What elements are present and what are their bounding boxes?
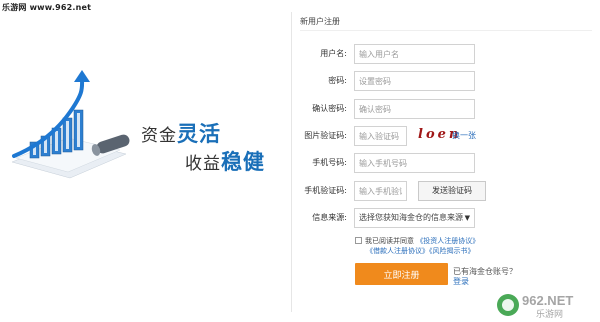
caret-down-icon: ▼: [464, 214, 470, 222]
sms-code-label: 手机验证码:: [304, 186, 347, 195]
captcha-label: 图片验证码:: [304, 131, 347, 140]
confirm-password-label: 确认密码:: [312, 104, 347, 113]
slogan1-plain: 资金: [141, 126, 177, 146]
send-code-button[interactable]: 发送验证码: [418, 181, 486, 201]
username-input[interactable]: [354, 44, 475, 64]
confirm-password-row: 确认密码:: [292, 99, 592, 119]
form-title: 新用户注册: [300, 17, 340, 26]
username-row: 用户名:: [292, 44, 592, 64]
agree-checkbox[interactable]: [355, 237, 362, 244]
source-select-value: 选择您获知海金仓的信息来源: [359, 213, 463, 222]
captcha-row: 图片验证码: loen 换一张: [292, 126, 592, 146]
source-select[interactable]: 选择您获知海金仓的信息来源 ▼: [354, 208, 475, 228]
source-row: 信息来源: 选择您获知海金仓的信息来源 ▼: [292, 208, 592, 228]
sms-code-row: 手机验证码: 发送验证码: [292, 181, 592, 201]
agree-prefix: 我已阅读并同意: [365, 237, 414, 245]
slogan2-highlight: 稳健: [221, 150, 265, 174]
watermark-logo: 962.NET 乐游网: [497, 293, 573, 320]
password-label: 密码:: [328, 76, 347, 85]
borrower-agreement-link[interactable]: 《借款人注册协议》: [366, 247, 429, 255]
slogan-line-2: 收益稳健: [185, 146, 265, 176]
growth-chart-illustration: [11, 70, 130, 179]
slogan2-plain: 收益: [185, 154, 221, 174]
confirm-password-input[interactable]: [354, 99, 475, 119]
investor-agreement-link[interactable]: 《投资人注册协议》: [416, 237, 479, 245]
agreement-block: 我已阅读并同意 《投资人注册协议》 《借款人注册协议》《风险揭示书》: [355, 236, 479, 256]
title-divider: [300, 30, 592, 31]
username-label: 用户名:: [320, 49, 347, 58]
promo-panel: 资金灵活 收益稳健: [0, 0, 290, 322]
captcha-input[interactable]: [354, 126, 407, 146]
watermark-main-text: 962.NET: [522, 293, 573, 308]
phone-input[interactable]: [354, 153, 475, 173]
slogan1-highlight: 灵活: [177, 122, 221, 146]
source-label: 信息来源:: [312, 213, 347, 222]
register-button[interactable]: 立即注册: [355, 263, 448, 285]
captcha-refresh-link[interactable]: 换一张: [452, 130, 476, 141]
phone-label: 手机号码:: [312, 158, 347, 167]
watermark-sub-text: 乐游网: [536, 308, 563, 320]
password-row: 密码:: [292, 71, 592, 91]
sms-code-input[interactable]: [354, 181, 407, 201]
slogan-line-1: 资金灵活: [141, 118, 221, 148]
login-link[interactable]: 登录: [453, 276, 469, 287]
phone-row: 手机号码:: [292, 153, 592, 173]
password-input[interactable]: [354, 71, 475, 91]
risk-disclosure-link[interactable]: 《风险揭示书》: [429, 247, 475, 255]
